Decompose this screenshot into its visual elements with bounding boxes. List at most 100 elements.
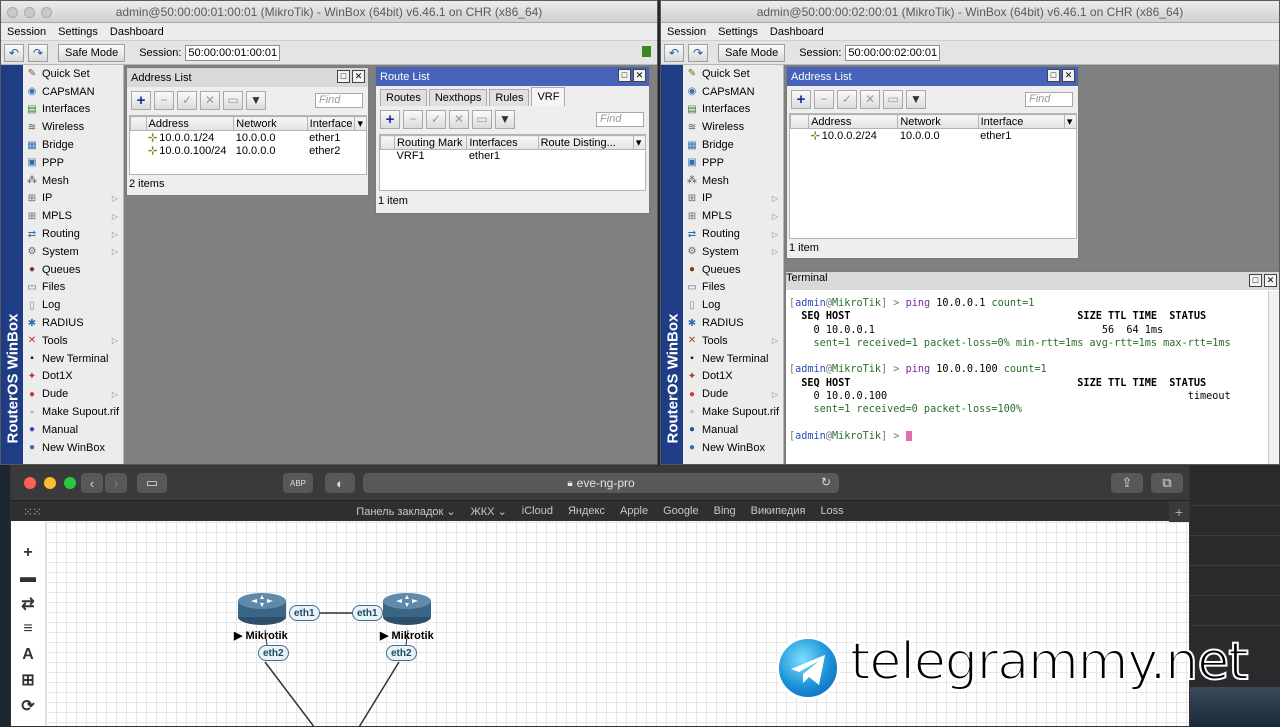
sidebar-icon[interactable]: ▭: [137, 473, 167, 493]
link-left-eth2[interactable]: [264, 661, 318, 727]
sidebar-item-make-supout-rif[interactable]: ▫ Make Supout.rif: [23, 403, 123, 421]
menu-session[interactable]: Session: [7, 26, 46, 38]
favorite-wikipedia[interactable]: Википедия: [751, 505, 806, 517]
close-window-button[interactable]: [7, 7, 18, 18]
add-icon[interactable]: +: [131, 90, 151, 110]
tab-nexthops[interactable]: Nexthops: [428, 89, 488, 106]
undo-button[interactable]: ↶: [664, 43, 684, 62]
filter-icon[interactable]: ▼: [246, 90, 266, 110]
sidebar-item-tools[interactable]: ✕ Tools ▷: [683, 332, 783, 350]
column-header-network[interactable]: Network: [897, 114, 979, 129]
favorite-apple[interactable]: Apple: [620, 505, 648, 517]
adblock-icon[interactable]: ABP: [283, 473, 313, 493]
sidebar-item-quick-set[interactable]: ✎ Quick Set: [683, 65, 783, 83]
reload-icon[interactable]: ↻: [821, 475, 831, 489]
sidebar-item-ip[interactable]: ⊞ IP ▷: [683, 190, 783, 208]
startup-configs-icon[interactable]: ≡: [11, 617, 45, 643]
sidebar-item-files[interactable]: ▭ Files: [23, 279, 123, 297]
sidebar-item-routing[interactable]: ⇄ Routing ▷: [683, 225, 783, 243]
enable-icon[interactable]: ✓: [177, 90, 197, 110]
redo-button[interactable]: ↷: [688, 43, 708, 62]
sidebar-item-bridge[interactable]: ▦ Bridge: [23, 136, 123, 154]
filter-icon[interactable]: ▼: [495, 109, 515, 129]
column-header-route-distinguisher[interactable]: Route Disting...: [537, 135, 634, 150]
favorite-icloud[interactable]: iCloud: [522, 505, 553, 517]
router-right-icon[interactable]: [382, 592, 432, 629]
new-tab-icon[interactable]: +: [1169, 501, 1189, 522]
tab-rules[interactable]: Rules: [489, 89, 530, 106]
address-bar[interactable]: 🔒︎ eve-ng-pro ↻: [363, 473, 839, 493]
nodes-icon[interactable]: ▬: [11, 566, 45, 592]
maximize-icon[interactable]: □: [337, 70, 350, 83]
add-node-icon[interactable]: +: [11, 540, 45, 566]
favorite-bookmarks-panel[interactable]: Панель закладок ⌄: [356, 505, 455, 518]
safe-mode-button[interactable]: Safe Mode: [58, 43, 126, 62]
tabs-overview-icon[interactable]: ⧉: [1151, 473, 1183, 493]
close-icon[interactable]: ✕: [1264, 274, 1277, 287]
comment-icon[interactable]: ▭: [883, 89, 903, 109]
filter-icon[interactable]: ▼: [906, 89, 926, 109]
enable-icon[interactable]: ✓: [837, 89, 857, 109]
sidebar-item-mesh[interactable]: ⁂ Mesh: [683, 172, 783, 190]
undo-button[interactable]: ↶: [4, 43, 24, 62]
remove-icon[interactable]: −: [403, 109, 423, 129]
zoom-window-button[interactable]: [64, 477, 76, 489]
favorite-google[interactable]: Google: [663, 505, 698, 517]
maximize-icon[interactable]: □: [1249, 274, 1262, 287]
sidebar-item-manual[interactable]: ● Manual: [683, 421, 783, 439]
sidebar-item-system[interactable]: ⚙ System ▷: [683, 243, 783, 261]
sidebar-item-log[interactable]: ▯ Log: [23, 296, 123, 314]
comment-icon[interactable]: ▭: [223, 90, 243, 110]
sidebar-item-wireless[interactable]: ≋ Wireless: [683, 118, 783, 136]
favorite-bing[interactable]: Bing: [714, 505, 736, 517]
remove-icon[interactable]: −: [814, 89, 834, 109]
text-object-icon[interactable]: A: [11, 642, 45, 668]
menu-settings[interactable]: Settings: [58, 26, 98, 38]
sidebar-item-make-supout-rif[interactable]: ▫ Make Supout.rif: [683, 403, 783, 421]
interface-label-eth2-right[interactable]: eth2: [386, 645, 417, 661]
column-header-interface[interactable]: Interface: [977, 114, 1065, 129]
column-header-routing-mark[interactable]: Routing Mark: [394, 135, 468, 150]
route-list-title-bar[interactable]: Route List □ ✕: [376, 67, 649, 86]
enable-icon[interactable]: ✓: [426, 109, 446, 129]
sidebar-item-mpls[interactable]: ⊞ MPLS ▷: [683, 207, 783, 225]
terminal-output[interactable]: [admin@MikroTik] > ping 10.0.0.1 count=1…: [786, 291, 1268, 464]
menu-session[interactable]: Session: [667, 26, 706, 38]
favorite-yandex[interactable]: Яндекс: [568, 505, 605, 517]
interface-label-eth1-right[interactable]: eth1: [352, 605, 383, 621]
sidebar-item-new-terminal[interactable]: ▪ New Terminal: [683, 350, 783, 368]
add-icon[interactable]: +: [791, 89, 811, 109]
sidebar-item-ppp[interactable]: ▣ PPP: [23, 154, 123, 172]
close-icon[interactable]: ✕: [1062, 69, 1075, 82]
column-header-interface[interactable]: Interface: [306, 116, 356, 131]
sidebar-item-capsman[interactable]: ◉ CAPsMAN: [23, 83, 123, 101]
privacy-icon[interactable]: ◐: [325, 473, 355, 493]
menu-settings[interactable]: Settings: [718, 26, 758, 38]
sidebar-item-dude[interactable]: ● Dude ▷: [683, 385, 783, 403]
find-input[interactable]: Find: [1025, 91, 1073, 107]
sidebar-item-radius[interactable]: ✱ RADIUS: [683, 314, 783, 332]
add-icon[interactable]: +: [380, 109, 400, 129]
terminal-title-bar[interactable]: Terminal □ ✕: [786, 272, 1279, 290]
redo-button[interactable]: ↷: [28, 43, 48, 62]
sidebar-item-mpls[interactable]: ⊞ MPLS ▷: [23, 207, 123, 225]
interface-label-eth2-left[interactable]: eth2: [258, 645, 289, 661]
sidebar-item-capsman[interactable]: ◉ CAPsMAN: [683, 83, 783, 101]
forward-icon[interactable]: ›: [105, 473, 127, 493]
column-header-address[interactable]: Address: [145, 116, 235, 131]
sidebar-item-wireless[interactable]: ≋ Wireless: [23, 118, 123, 136]
table-row[interactable]: ⊹ 10.0.0.2/24 10.0.0.0 ether1: [791, 129, 1077, 143]
column-header-interfaces[interactable]: Interfaces: [466, 135, 539, 150]
sidebar-item-radius[interactable]: ✱ RADIUS: [23, 314, 123, 332]
favorite-zhkkh[interactable]: ЖКХ ⌄: [471, 505, 507, 518]
maximize-icon[interactable]: □: [1047, 69, 1060, 82]
disable-icon[interactable]: ✕: [200, 90, 220, 110]
comment-icon[interactable]: ▭: [472, 109, 492, 129]
sidebar-item-queues[interactable]: ● Queues: [683, 261, 783, 279]
sidebar-item-new-terminal[interactable]: ▪ New Terminal: [23, 350, 123, 368]
link-right-eth2[interactable]: [356, 661, 400, 727]
address-list-title-bar[interactable]: Address List □ ✕: [127, 68, 368, 87]
grid-icon[interactable]: ⁙⁙: [23, 505, 42, 519]
zoom-window-button[interactable]: [41, 7, 52, 18]
sidebar-item-dot1x[interactable]: ✦ Dot1X: [683, 368, 783, 386]
